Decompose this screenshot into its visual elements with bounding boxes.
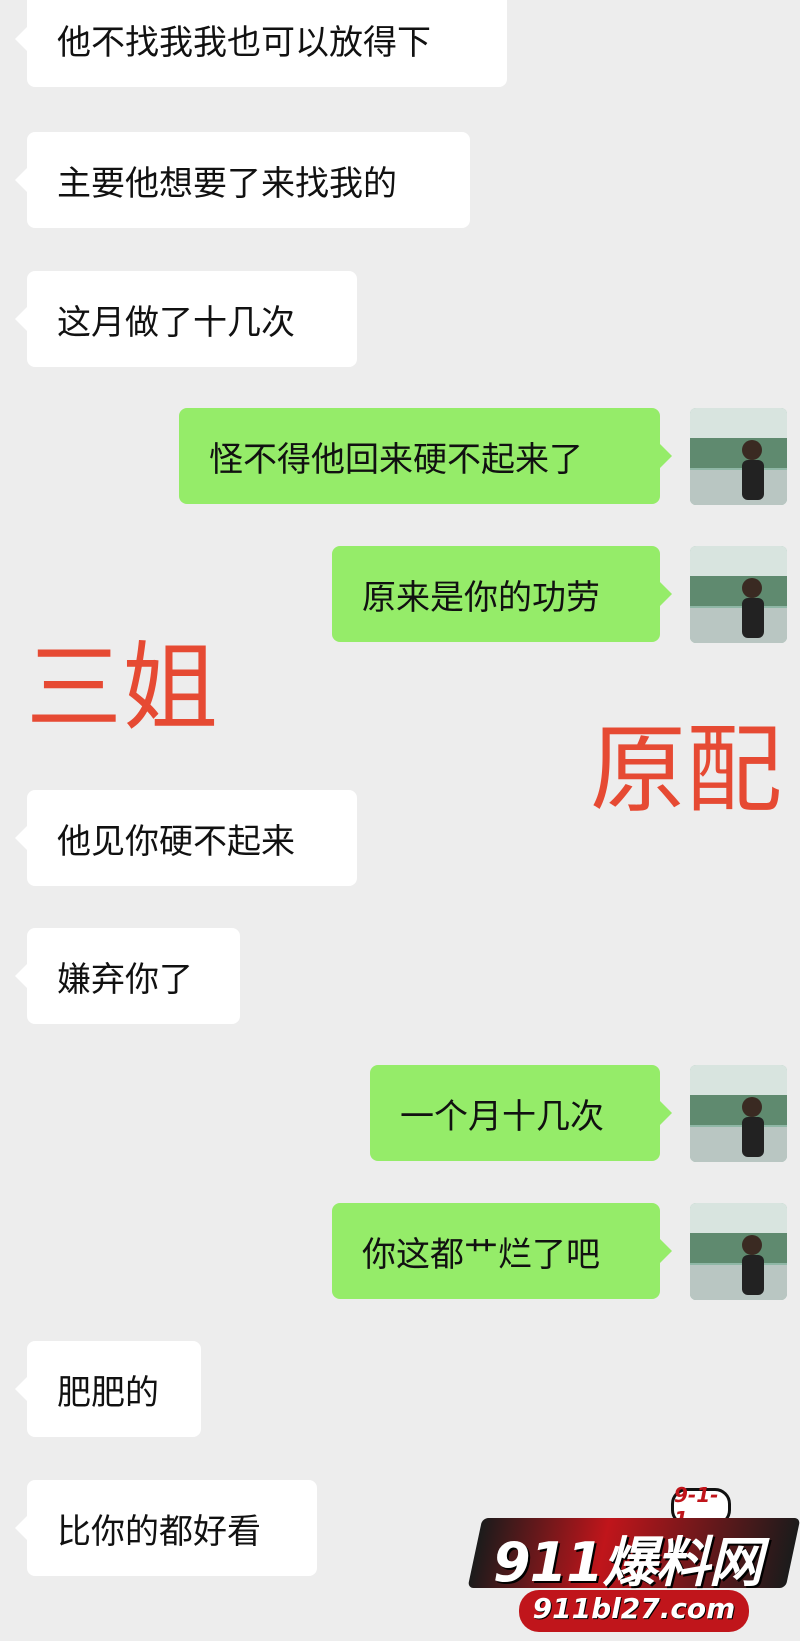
message-text: 他见你硬不起来 [57, 821, 295, 862]
avatar-photo-icon [690, 1203, 787, 1300]
message-bubble-received[interactable]: 这月做了十几次 [15, 271, 357, 367]
message-text: 你这都艹烂了吧 [362, 1234, 600, 1275]
message-bubble-received[interactable]: 嫌弃你了 [15, 928, 240, 1024]
message-text: 原来是你的功劳 [362, 577, 600, 618]
avatar-photo-icon [690, 408, 787, 505]
avatar-photo-icon [690, 1065, 787, 1162]
avatar-photo-icon [690, 546, 787, 643]
message-text: 他不找我我也可以放得下 [57, 22, 431, 63]
message-text: 主要他想要了来找我的 [57, 163, 397, 204]
watermark-url: 911bl27.com [532, 1592, 736, 1625]
annotation-label-left: 三姐 [26, 632, 218, 744]
annotation-label-right: 原配 [590, 714, 782, 826]
watermark-title: 911爆料网 [493, 1531, 763, 1594]
message-text: 怪不得他回来硬不起来了 [209, 439, 583, 480]
message-bubble-sent[interactable]: 原来是你的功劳 [332, 546, 672, 642]
user-avatar[interactable] [690, 408, 787, 505]
message-bubble-received[interactable]: 主要他想要了来找我的 [15, 132, 470, 228]
user-avatar[interactable] [690, 1065, 787, 1162]
message-text: 这月做了十几次 [57, 302, 295, 343]
message-text: 一个月十几次 [400, 1096, 604, 1137]
user-avatar[interactable] [690, 546, 787, 643]
user-avatar[interactable] [690, 1203, 787, 1300]
message-text: 比你的都好看 [57, 1511, 261, 1552]
message-bubble-received[interactable]: 肥肥的 [15, 1341, 201, 1437]
message-bubble-sent[interactable]: 怪不得他回来硬不起来了 [179, 408, 672, 504]
message-bubble-received[interactable]: 他不找我我也可以放得下 [15, 0, 507, 87]
message-bubble-sent[interactable]: 一个月十几次 [370, 1065, 672, 1161]
message-bubble-received[interactable]: 他见你硬不起来 [15, 790, 357, 886]
message-bubble-received[interactable]: 比你的都好看 [15, 1480, 317, 1576]
message-bubble-sent[interactable]: 你这都艹烂了吧 [332, 1203, 672, 1299]
watermark-logo: 9-1-1 911爆料网 911bl27.com [467, 1483, 800, 1638]
message-text: 嫌弃你了 [57, 959, 193, 1000]
message-text: 肥肥的 [57, 1372, 159, 1413]
